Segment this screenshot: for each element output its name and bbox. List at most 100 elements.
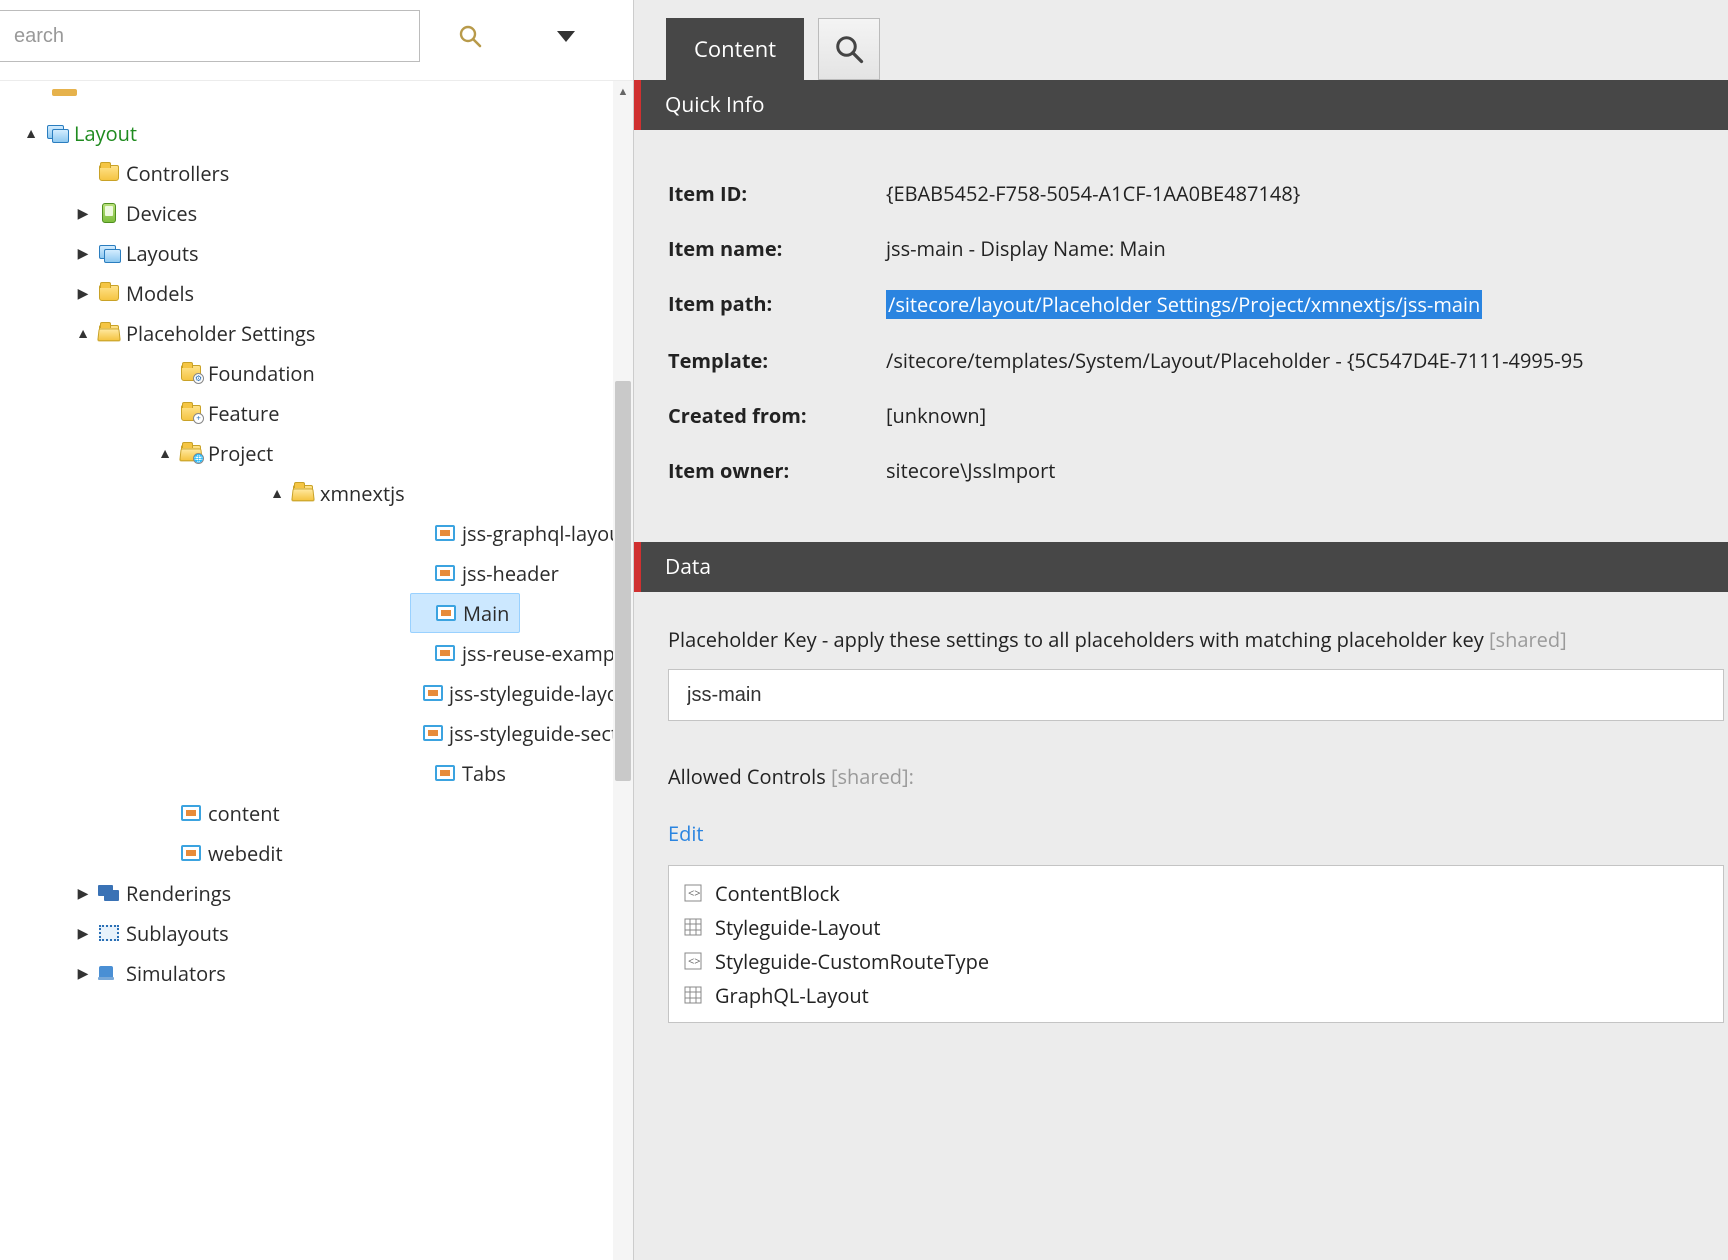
label-item-name: Item name: xyxy=(668,235,886,262)
tree-node-main[interactable]: ▸Main xyxy=(410,593,520,633)
value-item-name: jss-main - Display Name: Main xyxy=(886,235,1166,262)
scroll-up-icon[interactable]: ▲ xyxy=(613,81,633,101)
tree-node-xmnextjs[interactable]: ▲ xmnextjs xyxy=(268,473,633,513)
data-block: Placeholder Key - apply these settings t… xyxy=(634,592,1728,1023)
tree-node-content[interactable]: ▸content xyxy=(156,793,633,833)
placeholder-icon xyxy=(434,762,456,784)
tab-search-button[interactable] xyxy=(818,18,880,80)
placeholder-icon xyxy=(434,642,456,664)
label-item-id: Item ID: xyxy=(668,180,886,207)
placeholder-icon xyxy=(423,682,443,704)
sublayout-icon xyxy=(98,922,120,944)
tree-node-feature[interactable]: ▸ + Feature xyxy=(156,393,633,433)
tree-node-layouts[interactable]: ▶ Layouts xyxy=(74,233,633,273)
tab-content[interactable]: Content xyxy=(666,18,804,80)
tree-label: Placeholder Settings xyxy=(126,320,315,347)
tree-label: jss-reuse-example xyxy=(462,640,631,667)
section-data[interactable]: Data xyxy=(634,542,1728,592)
section-quick-info[interactable]: Quick Info xyxy=(634,80,1728,130)
folder-icon xyxy=(98,282,120,304)
view-rendering-icon: <> xyxy=(683,884,703,902)
tree-node-layout[interactable]: ▲ Layout xyxy=(22,113,633,153)
tree-node-jss-header[interactable]: ▸jss-header xyxy=(410,553,633,593)
section-title: Data xyxy=(665,553,711,581)
tree-label: Tabs xyxy=(462,760,506,787)
tree-node-jss-styleguide-layout[interactable]: ▸jss-styleguide-layout xyxy=(410,673,633,713)
control-name: ContentBlock xyxy=(715,880,840,907)
control-row[interactable]: GraphQL-Layout xyxy=(683,978,1709,1012)
tree-label: xmnextjs xyxy=(320,480,405,507)
tree-node-jss-reuse-example[interactable]: ▸jss-reuse-example xyxy=(410,633,633,673)
control-row[interactable]: <> ContentBlock xyxy=(683,876,1709,910)
value-template: /sitecore/templates/System/Layout/Placeh… xyxy=(886,347,1584,374)
svg-text:<>: <> xyxy=(688,954,701,969)
search-bar xyxy=(0,0,633,81)
tree-node-jss-styleguide-section[interactable]: ▸jss-styleguide-section xyxy=(410,713,633,753)
tree-label: Main xyxy=(463,600,509,627)
scroll-thumb[interactable] xyxy=(615,381,631,781)
edit-link[interactable]: Edit xyxy=(668,820,704,847)
chevron-down-icon xyxy=(557,31,575,42)
tree-label: Layouts xyxy=(126,240,199,267)
scrollbar[interactable]: ▲ xyxy=(613,81,633,1260)
tree-node-renderings[interactable]: ▶Renderings xyxy=(74,873,633,913)
tree-label: jss-styleguide-section xyxy=(449,720,633,747)
search-icon xyxy=(834,34,864,64)
device-icon xyxy=(98,202,120,224)
tree-node-placeholder-settings[interactable]: ▲ Placeholder Settings xyxy=(74,313,633,353)
tree-label: jss-styleguide-layout xyxy=(449,680,633,707)
placeholder-key-label: Placeholder Key - apply these settings t… xyxy=(668,626,1728,653)
tree-panel: ▲ ▲ Layout ▸ xyxy=(0,0,634,1260)
svg-text:<>: <> xyxy=(688,886,701,901)
tree-node-sublayouts[interactable]: ▶Sublayouts xyxy=(74,913,633,953)
tree-label: Sublayouts xyxy=(126,920,229,947)
folder-icon: + xyxy=(180,402,202,424)
search-input[interactable] xyxy=(0,10,420,62)
tree-label: jss-header xyxy=(462,560,559,587)
value-item-owner: sitecore\JssImport xyxy=(886,457,1055,484)
label-template: Template: xyxy=(668,347,886,374)
control-row[interactable]: <> Styleguide-CustomRouteType xyxy=(683,944,1709,978)
tree-label: Feature xyxy=(208,400,279,427)
label-item-owner: Item owner: xyxy=(668,457,886,484)
folder-open-icon: 🌐 xyxy=(180,442,202,464)
placeholder-icon xyxy=(434,562,456,584)
label-created-from: Created from: xyxy=(668,402,886,429)
tree-node-foundation[interactable]: ▸ ⚙ Foundation xyxy=(156,353,633,393)
layout-icon xyxy=(98,242,120,264)
renderings-icon xyxy=(98,882,120,904)
tree-node-models[interactable]: ▶ Models xyxy=(74,273,633,313)
quick-info-block: Item ID:{EBAB5452-F758-5054-A1CF-1AA0BE4… xyxy=(634,130,1728,542)
tree-node-project[interactable]: ▲ 🌐 Project xyxy=(156,433,633,473)
label-item-path: Item path: xyxy=(668,290,886,317)
control-name: GraphQL-Layout xyxy=(715,982,869,1009)
tree-node-controllers[interactable]: ▸ Controllers xyxy=(74,153,633,193)
editor-panel: Content Quick Info Item ID:{EBAB5452-F75… xyxy=(634,0,1728,1260)
allowed-controls-label: Allowed Controls [shared]: xyxy=(668,763,1728,790)
tree-label: content xyxy=(208,800,280,827)
placeholder-icon xyxy=(180,802,202,824)
tree-node-tabs[interactable]: ▸Tabs xyxy=(410,753,633,793)
tree-label: Controllers xyxy=(126,160,229,187)
search-button[interactable] xyxy=(456,22,484,50)
tree-label: Devices xyxy=(126,200,197,227)
value-created-from: [unknown] xyxy=(886,402,986,429)
value-item-path[interactable]: /sitecore/layout/Placeholder Settings/Pr… xyxy=(886,290,1482,319)
editor-tabs: Content xyxy=(634,0,1728,80)
placeholder-key-input[interactable] xyxy=(668,669,1724,721)
tree-node-devices[interactable]: ▶ Devices xyxy=(74,193,633,233)
tree-node-webedit[interactable]: ▸webedit xyxy=(156,833,633,873)
tree-node-simulators[interactable]: ▶Simulators xyxy=(74,953,633,993)
tree-node-jss-graphql-layout[interactable]: ▸jss-graphql-layout xyxy=(410,513,633,553)
view-rendering-icon: <> xyxy=(683,952,703,970)
tree-label: Layout xyxy=(74,120,137,147)
placeholder-icon xyxy=(180,842,202,864)
tree-view[interactable]: ▲ ▲ Layout ▸ xyxy=(0,81,633,1260)
control-row[interactable]: Styleguide-Layout xyxy=(683,910,1709,944)
allowed-controls-box: <> ContentBlock Styleguide-Layout <> Sty… xyxy=(668,865,1724,1023)
tree-label: Project xyxy=(208,440,273,467)
placeholder-icon xyxy=(423,722,443,744)
search-options-dropdown[interactable] xyxy=(552,22,580,50)
control-name: Styleguide-Layout xyxy=(715,914,880,941)
tree-label: Models xyxy=(126,280,194,307)
